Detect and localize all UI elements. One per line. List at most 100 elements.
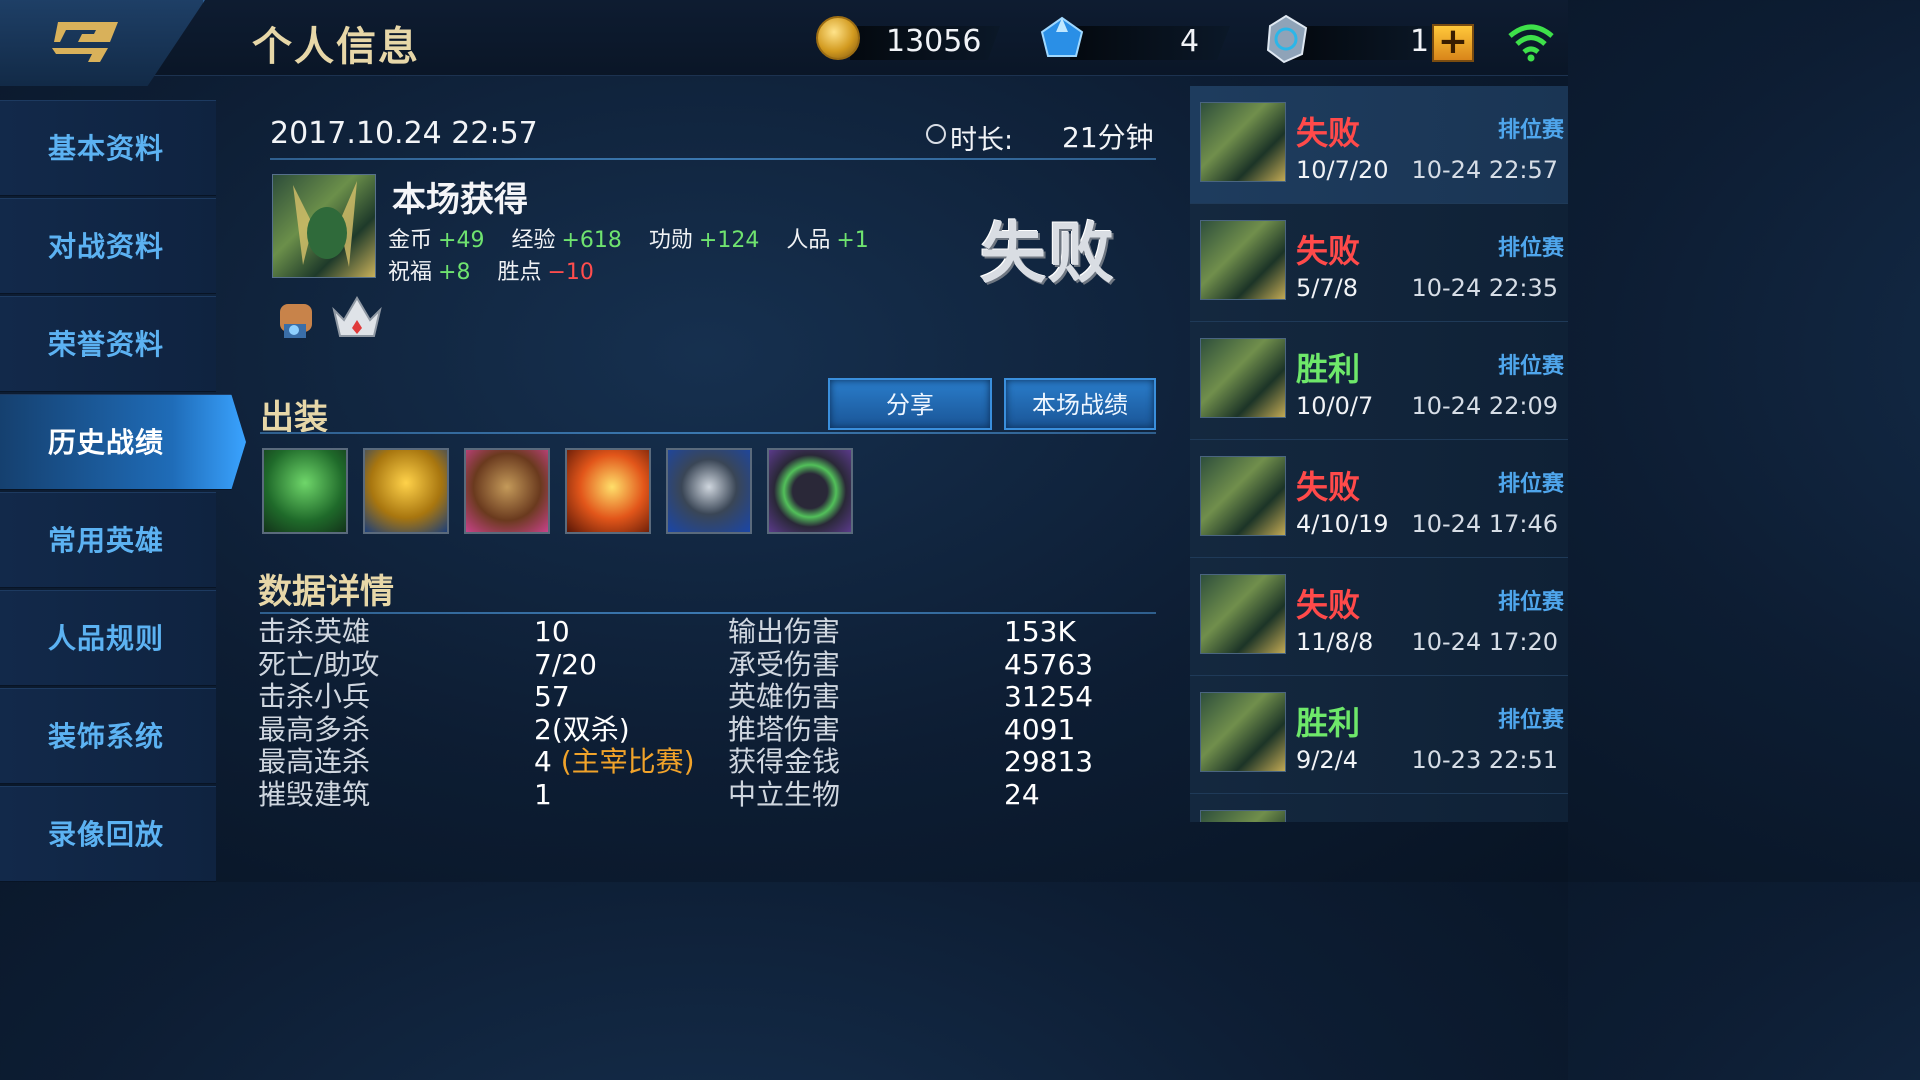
hero-avatar — [1200, 692, 1286, 772]
match-date: 2017.10.24 22:57 — [270, 116, 538, 151]
stat-value-row: 4 (主宰比赛) — [534, 745, 695, 779]
flame-horn-item-icon[interactable] — [565, 448, 651, 534]
hero-avatar — [1200, 220, 1286, 300]
stat-value: 24 — [1004, 777, 1040, 811]
history-kda: 9/2/4 — [1296, 746, 1358, 774]
sidebar-item-basic-info[interactable]: 基本资料 — [0, 100, 216, 196]
sidebar-item-credit-rules[interactable]: 人品规则 — [0, 590, 216, 686]
match-detail-panel: 2017.10.24 22:57 时长: 21分钟 本场获得 金币 +49 经验 +… — [216, 76, 1188, 882]
stat-label: 最高多杀 — [258, 712, 371, 746]
stat-label: 承受伤害 — [728, 647, 841, 681]
history-result: 胜利 — [1296, 350, 1361, 388]
history-row[interactable] — [1190, 794, 1568, 822]
sidebar-item-match-history[interactable]: 历史战绩 — [0, 394, 246, 490]
duration-label: 时长: — [950, 125, 1014, 156]
crown-icon — [332, 296, 382, 337]
gain-label: 金币 — [388, 228, 433, 253]
stat-value: 31254 — [1004, 680, 1094, 713]
match-history-list[interactable]: 失败 排位赛 10/7/20 10-24 22:57 失败 排位赛 5/7/8 … — [1190, 86, 1568, 822]
scoreboard-button[interactable]: 本场战绩 — [1004, 378, 1156, 430]
gain-value: +8 — [438, 260, 471, 285]
stat-value: 2(双杀) — [534, 712, 630, 746]
hero-portrait — [272, 174, 376, 278]
share-button[interactable]: 分享 — [828, 378, 992, 430]
stats-left-labels: 击杀英雄 死亡/助攻 击杀小兵 最高多杀 最高连杀 摧毁建筑 — [258, 615, 380, 811]
gain-value: +124 — [698, 228, 760, 253]
divider — [260, 432, 1156, 434]
history-mode: 排位赛 — [1497, 236, 1564, 261]
history-row[interactable]: 胜利 排位赛 10/0/7 10-24 22:09 — [1190, 322, 1568, 440]
history-mode: 排位赛 — [1497, 472, 1564, 497]
diamond-amount: 4 — [1180, 24, 1200, 59]
stat-label: 英雄伤害 — [728, 680, 841, 713]
stat-label: 击杀英雄 — [258, 615, 371, 648]
hero-avatar — [1200, 102, 1286, 182]
gains-row-1: 金币 +49 经验 +618 功勋 +124 人品 +1 — [388, 222, 889, 254]
match-result: 失败 — [980, 215, 1116, 292]
stats-left-values: 10 7/20 57 2(双杀) 4 (主宰比赛) 1 — [534, 615, 695, 811]
details-title: 数据详情 — [258, 572, 394, 612]
stat-label: 获得金钱 — [728, 745, 841, 778]
sidebar-item-battle-info[interactable]: 对战资料 — [0, 198, 216, 294]
history-kda: 5/7/8 — [1296, 274, 1358, 302]
gain-value: +1 — [836, 228, 869, 253]
history-result: 胜利 — [1296, 704, 1361, 742]
history-result: 失败 — [1296, 232, 1361, 270]
stats-right-values: 153K 45763 31254 4091 29813 24 — [1004, 615, 1094, 811]
back-arrow-icon — [52, 22, 118, 62]
sidebar-item-honor-info[interactable]: 荣誉资料 — [0, 296, 216, 392]
history-row[interactable]: 失败 排位赛 4/10/19 10-24 17:46 — [1190, 440, 1568, 558]
hero-avatar — [1200, 810, 1286, 822]
gain-label: 人品 — [786, 228, 831, 253]
coupon-amount: 1 — [1410, 24, 1430, 59]
history-time: 10-24 17:46 — [1411, 510, 1558, 538]
gain-value: −10 — [547, 260, 594, 285]
gold-coin-icon — [816, 16, 860, 60]
history-row[interactable]: 失败 排位赛 11/8/8 10-24 17:20 — [1190, 558, 1568, 676]
history-kda: 4/10/19 — [1296, 510, 1389, 538]
stat-label: 击杀小兵 — [258, 680, 371, 713]
clock-icon — [926, 124, 946, 144]
gold-amount: 13056 — [886, 24, 982, 59]
divider — [260, 612, 1156, 614]
stat-value: 4 — [534, 745, 552, 778]
history-time: 10-24 17:20 — [1411, 628, 1558, 656]
history-mode: 排位赛 — [1497, 590, 1564, 615]
sidebar-item-decoration[interactable]: 装饰系统 — [0, 688, 216, 784]
skull-mask-item-icon[interactable] — [666, 448, 752, 534]
hero-avatar — [1200, 338, 1286, 418]
stat-label: 摧毁建筑 — [258, 777, 371, 811]
diamond-icon — [1040, 16, 1084, 57]
stat-value: 1 — [534, 777, 552, 811]
divider — [270, 158, 1156, 160]
ring-item-icon[interactable] — [767, 448, 853, 534]
stat-value: 45763 — [1004, 647, 1094, 681]
history-time: 10-24 22:09 — [1411, 392, 1558, 420]
history-row[interactable]: 胜利 排位赛 9/2/4 10-23 22:51 — [1190, 676, 1568, 794]
stat-label: 死亡/助攻 — [258, 647, 380, 681]
gain-label: 祝福 — [388, 260, 433, 285]
history-row[interactable]: 失败 排位赛 10/7/20 10-24 22:57 — [1190, 86, 1568, 204]
history-result: 失败 — [1296, 114, 1361, 152]
wifi-icon — [1508, 24, 1554, 62]
add-coupon-button[interactable]: + — [1432, 24, 1474, 62]
stat-extra: (主宰比赛) — [560, 745, 695, 778]
armor-item-icon[interactable] — [464, 448, 550, 534]
history-row[interactable]: 失败 排位赛 5/7/8 10-24 22:35 — [1190, 204, 1568, 322]
stat-label: 输出伤害 — [728, 615, 841, 648]
gain-title: 本场获得 — [392, 180, 528, 220]
sidebar: 基本资料 对战资料 荣誉资料 历史战绩 常用英雄 人品规则 装饰系统 录像回放 — [0, 100, 246, 882]
golden-mask-item-icon[interactable] — [363, 448, 449, 534]
sidebar-item-replay[interactable]: 录像回放 — [0, 786, 216, 882]
history-result: 失败 — [1296, 586, 1361, 624]
duration-value: 21分钟 — [1062, 121, 1154, 154]
history-mode: 排位赛 — [1497, 118, 1564, 143]
hero-avatar — [1200, 456, 1286, 536]
sidebar-item-common-heroes[interactable]: 常用英雄 — [0, 492, 216, 588]
stat-value: 57 — [534, 680, 570, 713]
hero-avatar — [1200, 574, 1286, 654]
history-time: 10-24 22:35 — [1411, 274, 1558, 302]
stat-value: 153K — [1004, 615, 1076, 648]
gain-label: 经验 — [511, 228, 556, 253]
boots-item-icon[interactable] — [262, 448, 348, 534]
